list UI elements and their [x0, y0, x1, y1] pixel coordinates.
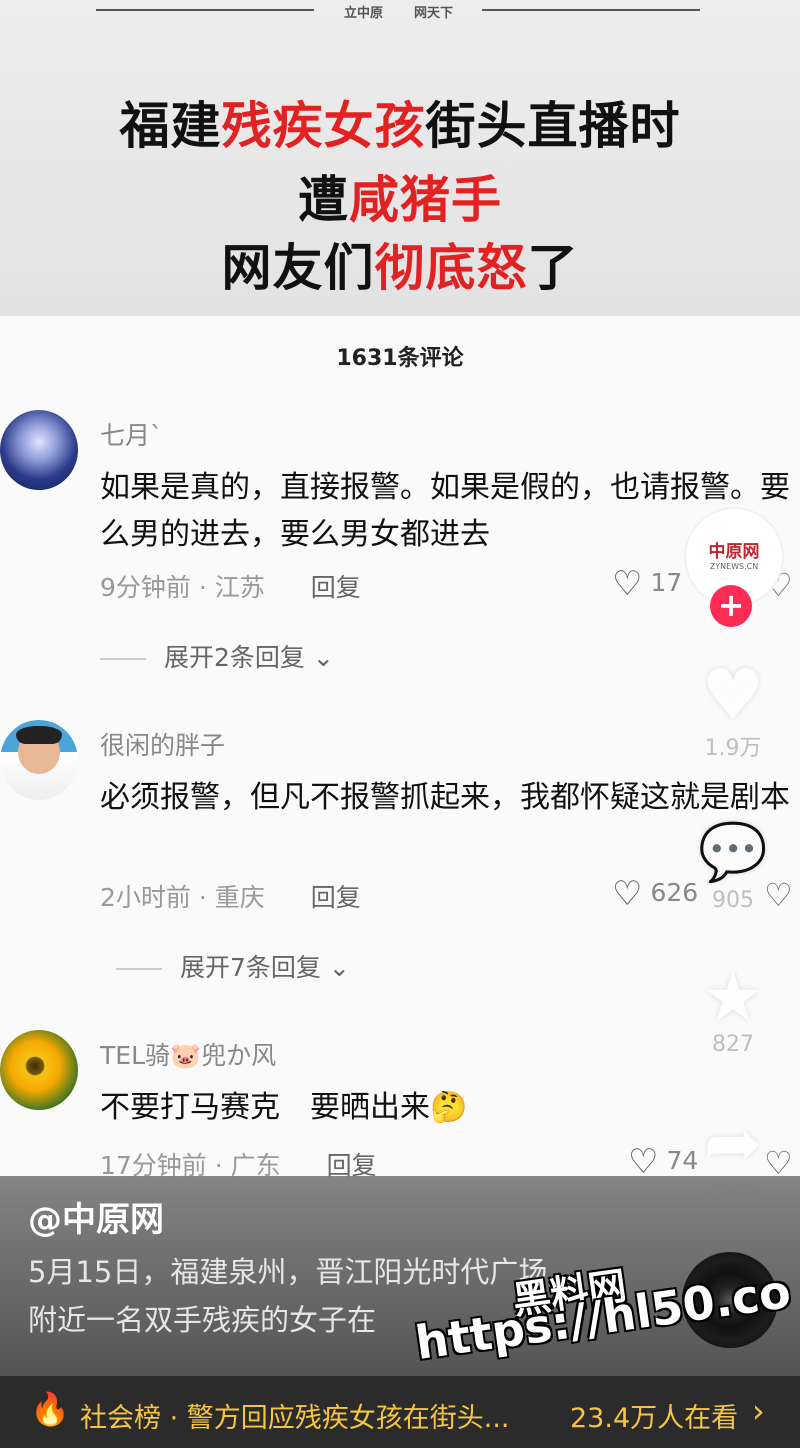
chevron-right-icon[interactable]: › — [752, 1392, 765, 1430]
video-title-banner: 立中原 网天下 福建残疾女孩街头直播时 遭咸猪手 网友们彻底怒了 — [0, 0, 800, 316]
expand-replies-label: 展开2条回复 — [164, 643, 305, 672]
avatar[interactable] — [0, 720, 78, 800]
headline-red-text: 彻底怒 — [374, 239, 528, 297]
author-name[interactable]: @中原网 — [28, 1192, 164, 1241]
comment-count: 1631条评论 — [336, 346, 464, 371]
hot-topic-text[interactable]: 社会榜 · 警方回应残疾女孩在街头... — [80, 1396, 510, 1435]
headline-red-text: 残疾女孩 — [221, 97, 426, 155]
headline-text: 网友们 — [221, 239, 375, 297]
share-icon[interactable]: ➦ — [688, 1108, 778, 1178]
headline-text: 了 — [527, 239, 579, 297]
expand-replies-label: 展开7条回复 — [180, 953, 321, 982]
headline-line-3: 网友们彻底怒了 — [0, 228, 800, 300]
comment-meta: 2小时前 · 重庆 回复 — [100, 878, 361, 914]
viewer-count: 23.4万人在看 — [570, 1403, 739, 1434]
divider — [482, 9, 700, 11]
comment-time-location: 9分钟前 · 江苏 — [100, 573, 265, 602]
video-caption: @中原网 5月15日，福建泉州，晋江阳光时代广场附近一名双手残疾的女子在 — [0, 1176, 800, 1376]
comment-username[interactable]: 七月` — [100, 416, 163, 452]
account-logo: 中原网 — [708, 542, 760, 562]
comment-username[interactable]: 很闲的胖子 — [100, 726, 225, 762]
hot-topic-bar[interactable]: 🔥 社会榜 · 警方回应残疾女孩在街头... 23.4万人在看 › — [0, 1376, 800, 1448]
chevron-down-icon: ⌄ — [312, 643, 334, 672]
divider — [116, 968, 162, 970]
expand-replies[interactable]: 展开7条回复 ⌄ — [116, 948, 350, 984]
comment-text: 不要打马赛克 要晒出来🤔 — [100, 1090, 468, 1125]
divider — [100, 658, 146, 660]
brand-left: 立中原 — [344, 6, 384, 21]
comment-like[interactable]: ♡ 626 — [612, 874, 698, 914]
comment-text: 必须报警，但凡不报警抓起来，我都怀疑这就是剧本 — [100, 780, 790, 815]
chevron-down-icon: ⌄ — [328, 953, 350, 982]
comment-action[interactable]: 💬 905 — [688, 818, 778, 913]
comment-time-location: 2小时前 · 重庆 — [100, 883, 265, 912]
divider — [96, 9, 314, 11]
star-icon[interactable]: ★ — [688, 962, 778, 1032]
comment-username[interactable]: TEL骑🐷兜か风 — [100, 1036, 276, 1072]
flame-icon: 🔥 — [30, 1390, 70, 1428]
headline-line-1: 福建残疾女孩街头直播时 — [0, 86, 800, 158]
comment-count-action: 905 — [712, 888, 754, 913]
headline-text: 街头直播时 — [425, 97, 681, 155]
headline-red-text: 咸猪手 — [349, 171, 502, 229]
like-action[interactable]: ♥ 1.9万 — [688, 660, 778, 762]
comment-like-count: 17 — [650, 568, 683, 597]
headline-line-2: 遭咸猪手 — [0, 160, 800, 232]
avatar[interactable] — [0, 410, 78, 490]
follow-button[interactable]: + — [710, 585, 752, 627]
favorite-action[interactable]: ★ 827 — [688, 962, 778, 1057]
reply-button[interactable]: 回复 — [311, 573, 361, 602]
banner-brand-strip: 立中原 网天下 — [0, 0, 800, 21]
headline-text: 遭 — [298, 171, 349, 229]
brand-right: 网天下 — [414, 6, 454, 21]
heart-icon[interactable]: ♡ — [612, 564, 642, 604]
expand-replies[interactable]: 展开2条回复 ⌄ — [100, 638, 334, 674]
headline-text: 福建 — [119, 97, 222, 155]
comment-meta: 9分钟前 · 江苏 回复 — [100, 568, 361, 604]
reply-button[interactable]: 回复 — [311, 883, 361, 912]
comments-panel[interactable]: 1631条评论 七月` 如果是真的，直接报警。如果是假的，也请报警。要么男的进去… — [0, 316, 800, 1182]
heart-icon[interactable]: ♡ — [612, 874, 642, 914]
comment-icon[interactable]: 💬 — [688, 818, 778, 888]
heart-icon[interactable]: ♥ — [688, 660, 778, 730]
avatar[interactable] — [0, 1030, 78, 1110]
account-logo-sub: ZYNEWS.CN — [709, 562, 759, 571]
comment-like[interactable]: ♡ 17 — [612, 564, 682, 604]
